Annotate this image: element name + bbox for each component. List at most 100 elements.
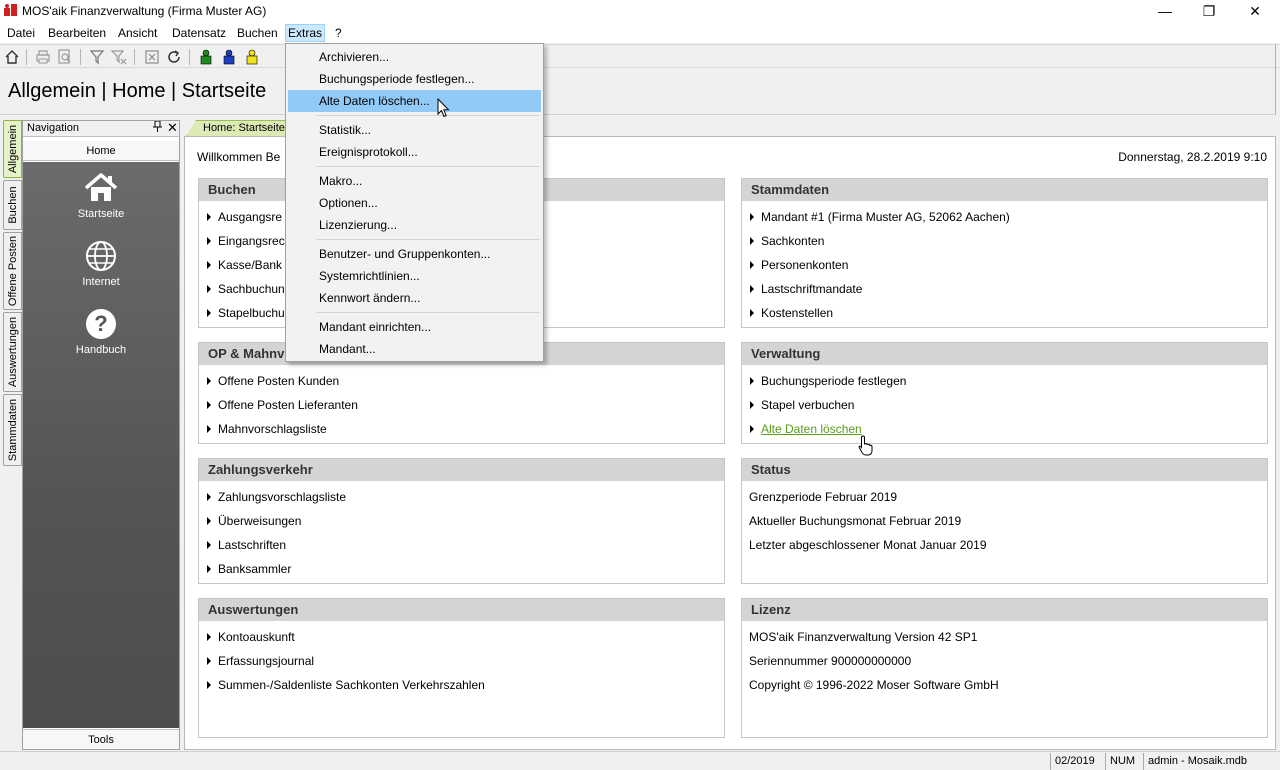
box-title: Lizenz	[742, 599, 1267, 621]
list-item[interactable]: Personenkonten	[750, 255, 848, 275]
status-bar: 02/2019 NUM admin - Mosaik.mdb	[0, 751, 1280, 770]
extras-menu: Archivieren... Buchungsperiode festlegen…	[285, 43, 544, 362]
toolbar	[0, 44, 1280, 68]
menu-extras[interactable]: Extras	[285, 24, 326, 42]
box-title: Auswertungen	[199, 599, 724, 621]
nav-items-area: Startseite Internet ? Handbuch	[23, 162, 179, 728]
print-icon[interactable]	[34, 48, 52, 66]
box-title: Stammdaten	[742, 179, 1267, 201]
menu-kennwort-aendern[interactable]: Kennwort ändern...	[288, 287, 541, 309]
menu-alte-daten-loeschen[interactable]: Alte Daten löschen...	[288, 90, 541, 112]
refresh-icon[interactable]	[165, 48, 183, 66]
menu-help[interactable]: ?	[332, 24, 345, 42]
house-icon	[84, 173, 118, 201]
nav-tools-button[interactable]: Tools	[23, 729, 179, 749]
toolbar-separator	[189, 49, 190, 65]
tab-home-startseite[interactable]: Home: Startseite	[186, 120, 290, 136]
list-item[interactable]: Summen-/Saldenliste Sachkonten Verkehrsz…	[207, 675, 485, 695]
menu-mandant-einrichten[interactable]: Mandant einrichten...	[288, 316, 541, 338]
menu-datei[interactable]: Datei	[4, 24, 38, 42]
vtab-stammdaten[interactable]: Stammdaten	[3, 394, 22, 466]
menu-benutzerkonten[interactable]: Benutzer- und Gruppenkonten...	[288, 243, 541, 265]
nav-item-internet[interactable]: Internet	[23, 240, 179, 288]
list-item[interactable]: Lastschriftmandate	[750, 279, 862, 299]
list-item[interactable]: Kasse/Bank	[207, 255, 282, 275]
box-verwaltung: Verwaltung Buchungsperiode festlegen Sta…	[741, 342, 1268, 444]
menu-buchen[interactable]: Buchen	[234, 24, 281, 42]
menu-buchungsperiode[interactable]: Buchungsperiode festlegen...	[288, 68, 541, 90]
hand-cursor-icon	[858, 435, 873, 456]
filter-icon[interactable]	[88, 48, 106, 66]
list-item[interactable]: Kontoauskunft	[207, 627, 295, 647]
vtab-label: Allgemein	[6, 124, 19, 174]
user-yellow-icon[interactable]	[243, 48, 261, 66]
menu-separator	[316, 312, 540, 313]
list-item[interactable]: Zahlungsvorschlagsliste	[207, 487, 346, 507]
list-item[interactable]: Ausgangsre	[207, 207, 282, 227]
status-line: Grenzperiode Februar 2019	[749, 490, 898, 504]
menu-bearbeiten[interactable]: Bearbeiten	[45, 24, 109, 42]
close-icon[interactable]: ✕	[167, 120, 178, 136]
home-icon[interactable]	[3, 48, 21, 66]
help-icon: ?	[86, 309, 116, 339]
nav-item-label: Internet	[82, 276, 120, 288]
vtab-label: Stammdaten	[6, 398, 19, 462]
list-item[interactable]: Offene Posten Kunden	[207, 371, 339, 391]
list-item[interactable]: Mandant #1 (Firma Muster AG, 52062 Aache…	[750, 207, 1010, 227]
menu-ereignisprotokoll[interactable]: Ereignisprotokoll...	[288, 141, 541, 163]
menu-systemrichtlinien[interactable]: Systemrichtlinien...	[288, 265, 541, 287]
menu-optionen[interactable]: Optionen...	[288, 192, 541, 214]
nav-home-button[interactable]: Home	[23, 141, 179, 161]
vtab-allgemein[interactable]: Allgemein	[3, 120, 22, 178]
vtab-auswertungen[interactable]: Auswertungen	[3, 312, 22, 392]
menu-ansicht[interactable]: Ansicht	[115, 24, 160, 42]
box-title: Verwaltung	[742, 343, 1267, 365]
list-item[interactable]: Offene Posten Lieferanten	[207, 395, 358, 415]
menu-archivieren[interactable]: Archivieren...	[288, 46, 541, 68]
menu-separator	[316, 166, 540, 167]
toolbar-separator	[26, 49, 27, 65]
current-date: Donnerstag, 28.2.2019 9:10	[1118, 150, 1267, 164]
pin-icon[interactable]	[153, 120, 162, 136]
page-title: Allgemein | Home | Startseite	[8, 80, 267, 102]
box-title: Zahlungsverkehr	[199, 459, 724, 481]
list-item[interactable]: Banksammler	[207, 559, 291, 579]
list-item[interactable]: Mahnvorschlagsliste	[207, 419, 327, 439]
menu-statistik[interactable]: Statistik...	[288, 119, 541, 141]
list-item[interactable]: Überweisungen	[207, 511, 301, 531]
user-green-icon[interactable]	[197, 48, 215, 66]
list-item[interactable]: Buchungsperiode festlegen	[750, 371, 906, 391]
filter-remove-icon[interactable]	[110, 48, 128, 66]
nav-item-handbuch[interactable]: ? Handbuch	[23, 308, 179, 356]
menu-mandant[interactable]: Mandant...	[288, 338, 541, 360]
box-auswertungen: Auswertungen Kontoauskunft Erfassungsjou…	[198, 598, 725, 738]
close-button[interactable]: ✕	[1232, 0, 1278, 22]
restore-button[interactable]: ❐	[1186, 0, 1232, 22]
panel-border	[1275, 44, 1276, 114]
vtab-buchen[interactable]: Buchen	[3, 180, 22, 230]
list-item[interactable]: Kostenstellen	[750, 303, 833, 323]
nav-item-startseite[interactable]: Startseite	[23, 172, 179, 220]
alte-daten-link[interactable]: Alte Daten löschen	[750, 419, 862, 439]
list-item[interactable]: Eingangsrec	[207, 231, 285, 251]
svg-text:?: ?	[94, 311, 107, 336]
menu-makro[interactable]: Makro...	[288, 170, 541, 192]
list-item[interactable]: Stapelbuchu	[207, 303, 285, 323]
list-item[interactable]: Erfassungsjournal	[207, 651, 314, 671]
delete-record-icon[interactable]	[143, 48, 161, 66]
window-title: MOS'aik Finanzverwaltung (Firma Muster A…	[22, 4, 267, 18]
list-item[interactable]: Stapel verbuchen	[750, 395, 854, 415]
vtab-label: Buchen	[6, 186, 19, 224]
vtab-offene-posten[interactable]: Offene Posten	[3, 232, 22, 310]
list-item[interactable]: Sachkonten	[750, 231, 824, 251]
vtab-label: Auswertungen	[6, 316, 19, 388]
status-period: 02/2019	[1050, 753, 1104, 770]
menu-lizenzierung[interactable]: Lizenzierung...	[288, 214, 541, 236]
print-preview-icon[interactable]	[56, 48, 74, 66]
user-blue-icon[interactable]	[220, 48, 238, 66]
menu-datensatz[interactable]: Datensatz	[169, 24, 229, 42]
minimize-button[interactable]: —	[1142, 0, 1188, 22]
list-item[interactable]: Sachbuchun	[207, 279, 285, 299]
list-item[interactable]: Lastschriften	[207, 535, 286, 555]
box-stammdaten: Stammdaten Mandant #1 (Firma Muster AG, …	[741, 178, 1268, 328]
